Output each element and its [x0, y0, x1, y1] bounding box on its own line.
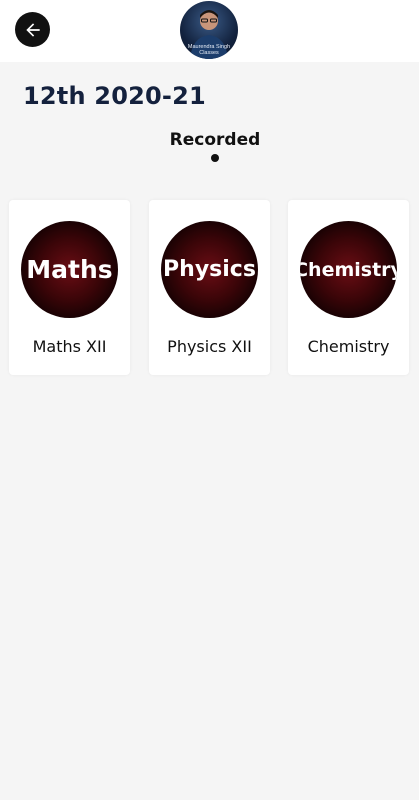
course-thumbnail: Physics: [161, 221, 258, 318]
tab-label: Recorded: [169, 130, 261, 150]
tab-recorded[interactable]: Recorded: [0, 130, 419, 162]
course-thumbnail: Chemistry: [300, 221, 397, 318]
course-card-maths[interactable]: Maths Maths XII: [9, 200, 130, 375]
course-card-chemistry[interactable]: Chemistry Chemistry: [288, 200, 409, 375]
thumbnail-text: Physics: [163, 257, 256, 282]
top-app-bar: Maurendra Singh Classes: [0, 0, 419, 62]
course-title: Maths XII: [32, 337, 107, 356]
back-button[interactable]: [15, 12, 50, 47]
active-tab-indicator: [211, 154, 219, 162]
avatar-caption: Maurendra Singh Classes: [187, 44, 231, 56]
page-title: 12th 2020-21: [23, 82, 206, 110]
avatar: Maurendra Singh Classes: [180, 1, 238, 59]
course-thumbnail: Maths: [21, 221, 118, 318]
course-title: Physics XII: [167, 337, 252, 356]
arrow-left-icon: [25, 22, 40, 37]
thumbnail-text: Chemistry: [300, 258, 397, 281]
course-card-physics[interactable]: Physics Physics XII: [149, 200, 270, 375]
thumbnail-text: Maths: [26, 255, 113, 284]
course-title: Chemistry: [307, 337, 390, 356]
